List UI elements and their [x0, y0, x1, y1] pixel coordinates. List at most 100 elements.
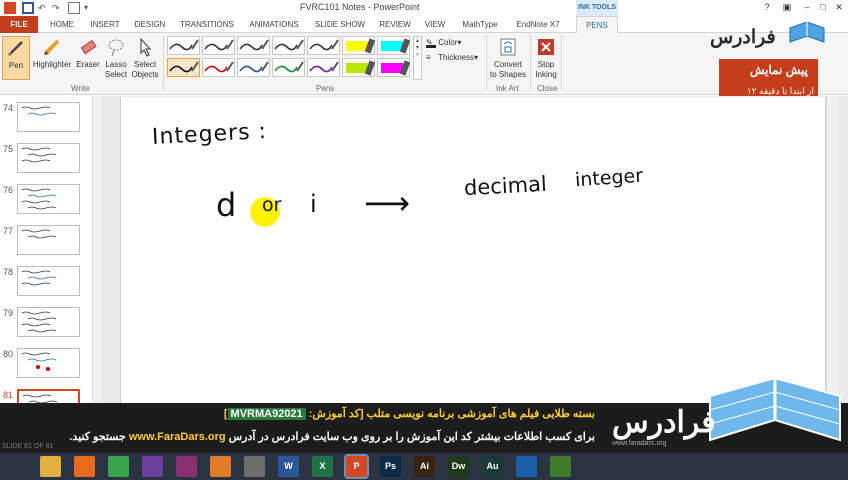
tab-mathtype[interactable]: MathType — [456, 16, 504, 33]
pens-gallery-scroll[interactable]: ▴ ▾ ▿ — [413, 36, 422, 80]
tab-insert[interactable]: INSERT — [86, 16, 124, 33]
media-player-icon[interactable] — [516, 456, 537, 477]
powerpoint-window: ↶ ↷ ▾ FVRC101 Notes - PowerPoint INK TOO… — [0, 0, 848, 480]
pen-swatch[interactable] — [237, 58, 270, 77]
slide-thumbnail[interactable]: 75 — [0, 140, 92, 182]
explorer-icon[interactable] — [40, 456, 61, 477]
tab-endnote[interactable]: EndNote X7 — [510, 16, 566, 33]
pen-swatch[interactable] — [307, 36, 340, 55]
start-from-beginning-icon[interactable] — [68, 2, 80, 14]
faradars-logo-text: فرادرس — [710, 27, 776, 48]
slide-thumbnail-preview — [17, 266, 80, 296]
tab-pens[interactable]: PENS — [576, 16, 618, 34]
select-label-2: Objects — [131, 70, 159, 79]
separator — [163, 35, 164, 91]
banner-line-2: برای کسب اطلاعات بیشتر کد این آموزش را ب… — [69, 430, 595, 443]
help-icon[interactable]: ? — [760, 1, 774, 14]
pen-swatch[interactable] — [237, 36, 270, 55]
slide-thumbnail-preview — [17, 307, 80, 337]
photoshop-icon[interactable]: Ps — [380, 456, 401, 477]
language-indicator[interactable]: ENG — [820, 8, 837, 17]
convert-to-shapes-button[interactable]: Convert to Shapes — [489, 36, 527, 82]
pen-swatch[interactable] — [342, 36, 376, 55]
audition-icon[interactable]: Au — [482, 456, 503, 477]
start-icon[interactable] — [6, 456, 27, 477]
dreamweaver-icon[interactable]: Dw — [448, 456, 469, 477]
highlighter-button[interactable]: Highlighter — [31, 36, 73, 80]
close-group-label: Close — [537, 84, 558, 93]
stop-inking-button[interactable]: Stop Inking — [533, 36, 559, 82]
pen-swatch[interactable] — [377, 36, 411, 55]
pen-swatch[interactable] — [202, 58, 235, 77]
pen-swatch[interactable] — [167, 36, 200, 55]
save-icon[interactable] — [22, 2, 34, 14]
tab-view[interactable]: VIEW — [420, 16, 450, 33]
banner-text-2: برای کسب اطلاعات بیشتر کد این آموزش را ب… — [228, 431, 595, 443]
firefox-icon[interactable] — [74, 456, 95, 477]
pen-swatch[interactable] — [202, 36, 235, 55]
slide-thumbnail[interactable]: 81 — [0, 386, 92, 403]
excel-icon[interactable]: X — [312, 456, 333, 477]
highlighter-label: Highlighter — [32, 60, 72, 69]
thumbnails-scrollbar[interactable] — [92, 96, 100, 403]
separator — [530, 35, 531, 91]
pen-swatch[interactable] — [272, 58, 305, 77]
tab-design[interactable]: DESIGN — [130, 16, 170, 33]
winrar-icon[interactable] — [176, 456, 197, 477]
faradars-url: www.faradars.org — [612, 440, 667, 447]
faradars-site-link[interactable]: www.FaraDars.org — [129, 431, 226, 443]
pen-swatch[interactable] — [377, 58, 411, 77]
chrome-icon[interactable] — [108, 456, 129, 477]
banner-bracket: ] — [223, 408, 228, 420]
pen-swatch[interactable] — [272, 36, 305, 55]
tab-slide-show[interactable]: SLIDE SHOW — [310, 16, 370, 33]
tab-review[interactable]: REVIEW — [376, 16, 414, 33]
ink-art-group-label: Ink Art — [496, 84, 519, 93]
slide-thumbnail-preview — [17, 389, 80, 403]
slide-thumbnail[interactable]: 77 — [0, 222, 92, 264]
camtasia-icon[interactable] — [550, 456, 571, 477]
pen-swatch[interactable] — [307, 58, 340, 77]
slide-thumbnail[interactable]: 80 — [0, 345, 92, 387]
powerpoint-icon[interactable]: P — [346, 456, 367, 477]
thickness-dropdown[interactable]: ≡ Thickness▾ — [426, 53, 478, 62]
word-icon[interactable]: W — [278, 456, 299, 477]
pen-swatch[interactable] — [167, 58, 200, 77]
select-objects-button[interactable]: Select Objects — [130, 36, 160, 82]
ribbon-display-icon[interactable]: ▣ — [780, 1, 794, 14]
matlab-icon[interactable] — [210, 456, 231, 477]
faradars-book-icon — [789, 22, 825, 43]
slide-thumbnail[interactable]: 78 — [0, 263, 92, 305]
slide-thumbnail[interactable]: 76 — [0, 181, 92, 223]
slide-number: 74 — [3, 103, 14, 113]
eraser-button[interactable]: Eraser — [74, 36, 102, 80]
visual-studio-icon[interactable] — [142, 456, 163, 477]
tab-transitions[interactable]: TRANSITIONS — [176, 16, 238, 33]
ink-word-or: or — [262, 194, 282, 216]
slide-thumbnail[interactable]: 74 — [0, 99, 92, 141]
banner-line-1: بسته طلایی فیلم های آموزشی برنامه نویسی … — [224, 407, 595, 420]
tab-home[interactable]: HOME — [44, 16, 80, 33]
pen-label: Pen — [8, 61, 24, 70]
thickness-icon: ≡ — [426, 53, 431, 62]
customize-toolbar-icon[interactable]: ▾ — [84, 2, 96, 14]
illustrator-icon[interactable]: Ai — [414, 456, 435, 477]
powerpoint-app-icon[interactable] — [4, 2, 16, 14]
ink-arrow: ⟶ — [364, 184, 410, 222]
title-bar: ↶ ↷ ▾ FVRC101 Notes - PowerPoint INK TOO… — [0, 0, 848, 16]
slide-thumbnail[interactable]: 79 — [0, 304, 92, 346]
pencil-app-icon[interactable] — [244, 456, 265, 477]
pen-button[interactable]: Pen — [2, 36, 30, 80]
minimize-button[interactable]: ‒ — [800, 1, 814, 14]
tab-animations[interactable]: ANIMATIONS — [244, 16, 304, 33]
lasso-select-button[interactable]: Lasso Select — [102, 36, 130, 82]
undo-icon[interactable]: ↶ — [38, 2, 50, 14]
stop-label-1: Stop — [537, 60, 555, 69]
eraser-label: Eraser — [76, 60, 100, 69]
pen-swatch[interactable] — [342, 58, 376, 77]
editor-scrollbar[interactable] — [826, 96, 838, 403]
course-code: MVRMA92021 — [227, 408, 306, 420]
tab-file[interactable]: FILE — [0, 16, 38, 33]
redo-icon[interactable]: ↷ — [52, 2, 64, 14]
color-dropdown[interactable]: ✎ Color▾ — [426, 38, 461, 48]
